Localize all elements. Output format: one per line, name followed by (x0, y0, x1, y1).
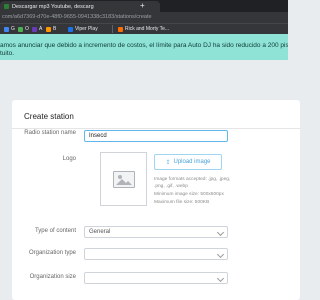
browser-tab-bar: Descargar mp3 Youtube, descarg + (0, 0, 288, 12)
bookmark-favicon-icon (32, 26, 37, 32)
org-type-label: Organization type (28, 250, 76, 256)
notice-text-line1: amos anunciar que debido a incremento de… (0, 42, 288, 49)
address-bar[interactable]: com/a6d7369-d70e-48f0-9655-0941338c3183/… (0, 12, 288, 23)
bookmark-label: Viper Play (75, 26, 98, 32)
page-title: Create station (24, 112, 74, 121)
bookmark-favicon-icon (18, 26, 23, 32)
notice-banner: amos anunciar que debido a incremento de… (0, 34, 288, 60)
logo-preview (100, 152, 147, 206)
bookmark-label: B (53, 26, 57, 32)
divider (12, 128, 300, 129)
image-format-hint: Image formats accepted: .jpg, .jpeg, .pn… (154, 177, 231, 189)
bookmark-item[interactable]: Rick and Morty Te... (118, 26, 169, 32)
bookmark-favicon-icon (68, 26, 73, 32)
upload-image-button[interactable]: ⇪ Upload image (154, 154, 222, 170)
tab-title: Descargar mp3 Youtube, descarg (12, 3, 94, 10)
address-bar-url: com/a6d7369-d70e-48f0-9655-0941338c3183/… (2, 14, 152, 20)
bookmark-label: Rick and Morty Te... (125, 26, 170, 32)
bookmark-item[interactable]: A (32, 26, 42, 32)
bookmark-item[interactable]: O (18, 26, 29, 32)
bookmark-label: O (25, 26, 29, 32)
bookmarks-bar: G O A B Viper Play Rick and Morty Te... (0, 23, 288, 34)
radio-name-input[interactable]: Insecd (84, 130, 228, 142)
upload-icon: ⇪ (165, 159, 171, 166)
content-type-label: Type of content (34, 228, 76, 234)
bookmark-favicon-icon (46, 26, 51, 32)
bookmark-label: G (11, 26, 15, 32)
browser-tab[interactable]: Descargar mp3 Youtube, descarg (0, 1, 160, 12)
org-size-select[interactable] (84, 272, 228, 284)
content-type-value: General (89, 229, 111, 235)
image-min-size-hint: Minimum image size: 500x500px (154, 192, 224, 197)
tab-favicon-icon (4, 4, 9, 9)
org-size-label: Organization size (29, 274, 76, 280)
bookmark-label: A (39, 26, 43, 32)
notice-text-line2: tuito. (0, 50, 15, 57)
bookmark-item[interactable]: G (4, 26, 15, 32)
bookmark-favicon-icon (118, 26, 123, 32)
chevron-down-icon (216, 250, 225, 259)
create-station-card: Create station Radio station name Insecd… (12, 100, 300, 300)
org-type-select[interactable] (84, 248, 228, 260)
content-type-select[interactable]: General (84, 226, 228, 238)
image-max-file-hint: Maximum file size: 500KB (154, 200, 210, 205)
upload-button-label: Upload image (173, 159, 211, 165)
image-placeholder-icon (113, 171, 135, 188)
bookmark-item[interactable]: B (46, 26, 56, 32)
radio-name-label: Radio station name (24, 130, 76, 136)
bookmark-item[interactable]: Viper Play (68, 26, 98, 32)
chevron-down-icon (216, 274, 225, 283)
new-tab-icon[interactable]: + (140, 1, 145, 10)
bookmark-favicon-icon (4, 26, 9, 32)
chevron-down-icon (216, 228, 225, 237)
bookmarks-divider (112, 25, 113, 33)
logo-label: Logo (62, 156, 76, 162)
